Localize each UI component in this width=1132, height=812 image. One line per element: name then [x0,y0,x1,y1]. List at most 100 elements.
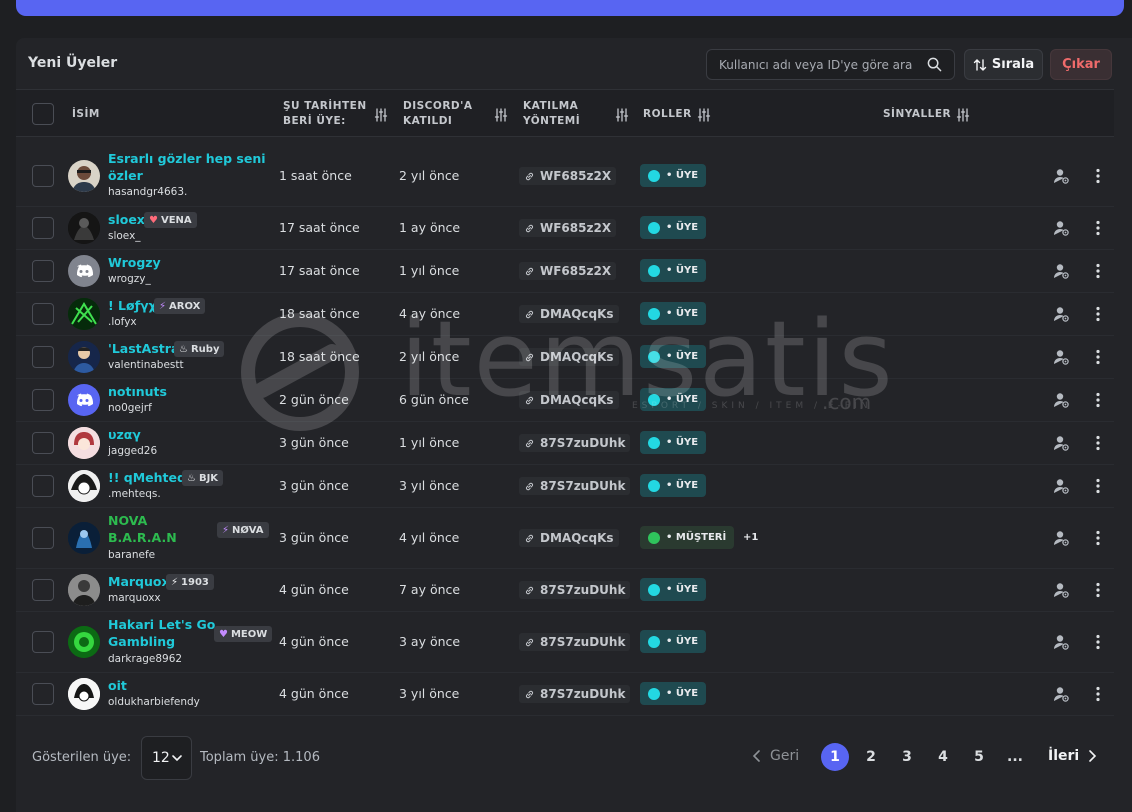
row-checkbox[interactable] [32,432,54,454]
username-line1[interactable]: NOVA [108,512,147,529]
page-4-button[interactable]: 4 [929,743,957,771]
avatar[interactable] [68,384,100,416]
filter-icon[interactable] [956,108,970,122]
role-badge[interactable]: • ÜYE [640,345,707,368]
avatar[interactable] [68,678,100,710]
username[interactable]: Hakari Let's Go Gambling [108,616,215,650]
more-options-icon[interactable] [1090,530,1106,546]
more-options-icon[interactable] [1090,220,1106,236]
avatar[interactable] [68,298,100,330]
role-badge[interactable]: • ÜYE [640,302,707,325]
avatar[interactable] [68,160,100,192]
page-3-button[interactable]: 3 [893,743,921,771]
prev-page-button[interactable]: Geri [752,748,799,764]
filter-icon[interactable] [494,108,508,122]
more-options-icon[interactable] [1090,168,1106,184]
sort-button[interactable]: Sırala [964,49,1043,80]
more-roles-count[interactable]: +1 [743,532,758,543]
username-line2[interactable]: B.A.R.A.N [108,529,177,546]
invite-code[interactable]: DMAQcqKs [519,391,619,409]
role-badge[interactable]: • ÜYE [640,578,707,601]
table-row[interactable]: Hakari Let's Go Gambling ♥ MEOW darkrage8… [16,612,1114,673]
col-name[interactable]: İSİM [72,107,100,122]
table-row[interactable]: Esrarlı gözler hep seni özler hasandgr46… [16,145,1114,207]
username[interactable]: υzαγ [108,426,141,443]
table-row[interactable]: Marquox ⚡ 1903 marquoxx 4 gün önce 7 ay ö… [16,569,1114,612]
user-settings-icon[interactable] [1052,391,1070,409]
invite-code[interactable]: DMAQcqKs [519,305,619,323]
avatar[interactable] [68,212,100,244]
avatar[interactable] [68,427,100,459]
col-signals[interactable]: SİNYALLER [883,107,951,122]
filter-icon[interactable] [374,108,388,122]
invite-code[interactable]: WF685z2X [519,262,617,280]
col-join-method[interactable]: KATILMA YÖNTEMİ [523,99,580,129]
username[interactable]: Wrogzy [108,254,161,271]
table-row[interactable]: !! qMehteqs. ♨ BJK .mehteqs. 3 gün önce 3… [16,465,1114,508]
user-settings-icon[interactable] [1052,477,1070,495]
invite-code[interactable]: 87S7zuDUhk [519,685,631,703]
per-page-select[interactable]: 12 [141,736,192,780]
page-5-button[interactable]: 5 [965,743,993,771]
more-options-icon[interactable] [1090,435,1106,451]
user-settings-icon[interactable] [1052,167,1070,185]
filter-icon[interactable] [697,108,711,122]
row-checkbox[interactable] [32,683,54,705]
row-checkbox[interactable] [32,631,54,653]
row-checkbox[interactable] [32,217,54,239]
next-page-button[interactable]: İleri [1048,748,1097,764]
user-settings-icon[interactable] [1052,305,1070,323]
more-options-icon[interactable] [1090,349,1106,365]
role-badge[interactable]: • ÜYE [640,216,707,239]
invite-code[interactable]: 87S7zuDUhk [519,434,631,452]
table-row[interactable]: sloex ♥ VENA sloex_ 17 saat önce 1 ay önc… [16,207,1114,250]
role-badge[interactable]: • ÜYE [640,431,707,454]
invite-code[interactable]: 87S7zuDUhk [519,477,631,495]
col-roles[interactable]: ROLLER [643,107,692,122]
username[interactable]: ! Løƒγχ [108,297,157,314]
user-settings-icon[interactable] [1052,529,1070,547]
invite-code[interactable]: 87S7zuDUhk [519,581,631,599]
username[interactable]: Esrarlı gözler hep seni özler [108,150,266,184]
table-row[interactable]: 'LastAstra ♨ Ruby valentinabestt 18 saat … [16,336,1114,379]
avatar[interactable] [68,255,100,287]
username[interactable]: oit [108,677,127,694]
role-badge[interactable]: • MÜŞTERİ [640,526,735,549]
avatar[interactable] [68,470,100,502]
table-row[interactable]: NOVA B.A.R.A.N ⚡ NØVA baranefe 3 gün önce… [16,508,1114,569]
role-badge[interactable]: • ÜYE [640,388,707,411]
col-discord-joined[interactable]: DISCORD'A KATILDI [403,99,472,129]
more-options-icon[interactable] [1090,634,1106,650]
page-2-button[interactable]: 2 [857,743,885,771]
username[interactable]: sloex [108,211,145,228]
user-settings-icon[interactable] [1052,685,1070,703]
search-box[interactable] [706,49,955,80]
more-options-icon[interactable] [1090,582,1106,598]
row-checkbox[interactable] [32,303,54,325]
more-options-icon[interactable] [1090,478,1106,494]
invite-code[interactable]: WF685z2X [519,167,617,185]
user-settings-icon[interactable] [1052,219,1070,237]
row-checkbox[interactable] [32,389,54,411]
invite-code[interactable]: DMAQcqKs [519,529,619,547]
username[interactable]: notınuts [108,383,167,400]
username[interactable]: Marquox [108,573,170,590]
invite-code[interactable]: WF685z2X [519,219,617,237]
more-options-icon[interactable] [1090,306,1106,322]
select-all-checkbox[interactable] [32,103,54,125]
row-checkbox[interactable] [32,260,54,282]
table-row[interactable]: oit oldukharbiefendy 4 gün önce 3 yıl ön… [16,673,1114,716]
col-member-since[interactable]: ŞU TARİHTEN BERİ ÜYE: [283,99,367,129]
more-options-icon[interactable] [1090,263,1106,279]
more-options-icon[interactable] [1090,392,1106,408]
role-badge[interactable]: • ÜYE [640,259,707,282]
filter-icon[interactable] [615,108,629,122]
user-settings-icon[interactable] [1052,581,1070,599]
table-row[interactable]: Wrogzy wrogzy_ 17 saat önce 1 yıl önce W… [16,250,1114,293]
invite-code[interactable]: 87S7zuDUhk [519,633,631,651]
remove-button[interactable]: Çıkar [1050,49,1112,80]
row-checkbox[interactable] [32,165,54,187]
user-settings-icon[interactable] [1052,633,1070,651]
page-1-button[interactable]: 1 [821,743,849,771]
role-badge[interactable]: • ÜYE [640,682,707,705]
